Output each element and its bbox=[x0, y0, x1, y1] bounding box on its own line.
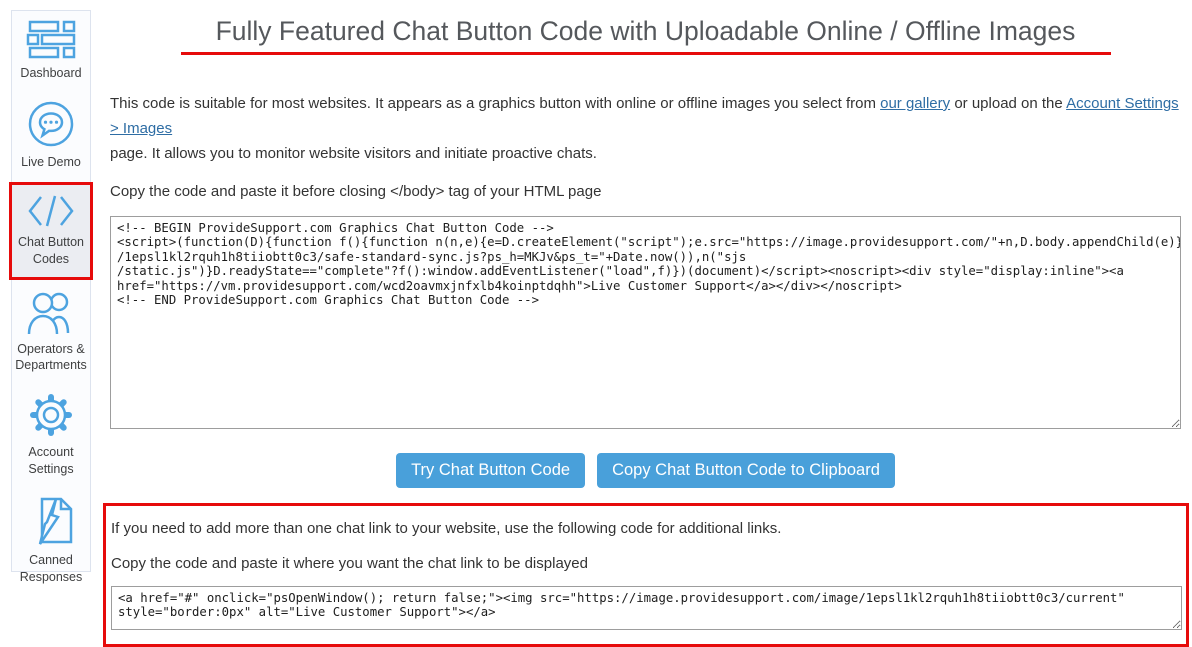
chat-link-code-textarea[interactable]: <a href="#" onclick="psOpenWindow(); ret… bbox=[111, 586, 1182, 630]
main-content: Fully Featured Chat Button Code with Upl… bbox=[110, 0, 1181, 647]
intro-text: page. It allows you to monitor website v… bbox=[110, 145, 597, 162]
additional-copy-instruction: Copy the code and paste it where you wan… bbox=[111, 551, 1178, 576]
intro-text: This code is suitable for most websites.… bbox=[110, 95, 880, 112]
dashboard-icon bbox=[26, 20, 76, 59]
button-row: Try Chat Button Code Copy Chat Button Co… bbox=[110, 453, 1181, 488]
sidebar-item-label: Dashboard bbox=[20, 65, 81, 82]
intro-paragraph: This code is suitable for most websites.… bbox=[110, 91, 1181, 166]
operators-icon bbox=[25, 291, 77, 335]
copy-chat-button-code-to-clipboard-button[interactable]: Copy Chat Button Code to Clipboard bbox=[597, 453, 895, 488]
gear-icon bbox=[28, 392, 74, 438]
intro-text: or upload on the bbox=[950, 95, 1066, 112]
code-icon bbox=[27, 194, 75, 228]
sidebar-item-label: Live Demo bbox=[21, 154, 81, 171]
sidebar-item-label: Account Settings bbox=[14, 444, 88, 478]
try-chat-button-code-button[interactable]: Try Chat Button Code bbox=[396, 453, 585, 488]
sidebar-item-canned-responses[interactable]: Canned Responses bbox=[12, 487, 90, 595]
sidebar-item-account-settings[interactable]: Account Settings bbox=[12, 383, 90, 487]
sidebar-item-chat-button-codes[interactable]: Chat Button Codes bbox=[9, 182, 93, 280]
our-gallery-link[interactable]: our gallery bbox=[880, 95, 950, 112]
sidebar: Dashboard Live Demo Chat Button Codes bbox=[11, 10, 91, 572]
sidebar-item-dashboard[interactable]: Dashboard bbox=[12, 11, 90, 91]
chat-button-code-textarea[interactable]: <!-- BEGIN ProvideSupport.com Graphics C… bbox=[110, 216, 1181, 429]
additional-links-section: If you need to add more than one chat li… bbox=[103, 503, 1189, 647]
live-demo-icon bbox=[27, 100, 75, 148]
title-red-underline bbox=[181, 52, 1111, 55]
canned-responses-icon bbox=[27, 496, 75, 546]
sidebar-item-live-demo[interactable]: Live Demo bbox=[12, 91, 90, 180]
sidebar-item-label: Operators & Departments bbox=[14, 341, 88, 375]
sidebar-item-label: Canned Responses bbox=[14, 552, 88, 586]
additional-links-text: If you need to add more than one chat li… bbox=[111, 516, 1178, 541]
copy-instruction: Copy the code and paste it before closin… bbox=[110, 179, 1181, 204]
sidebar-item-label: Chat Button Codes bbox=[12, 234, 90, 268]
page-title: Fully Featured Chat Button Code with Upl… bbox=[110, 16, 1181, 47]
sidebar-item-operators-departments[interactable]: Operators & Departments bbox=[12, 282, 90, 384]
